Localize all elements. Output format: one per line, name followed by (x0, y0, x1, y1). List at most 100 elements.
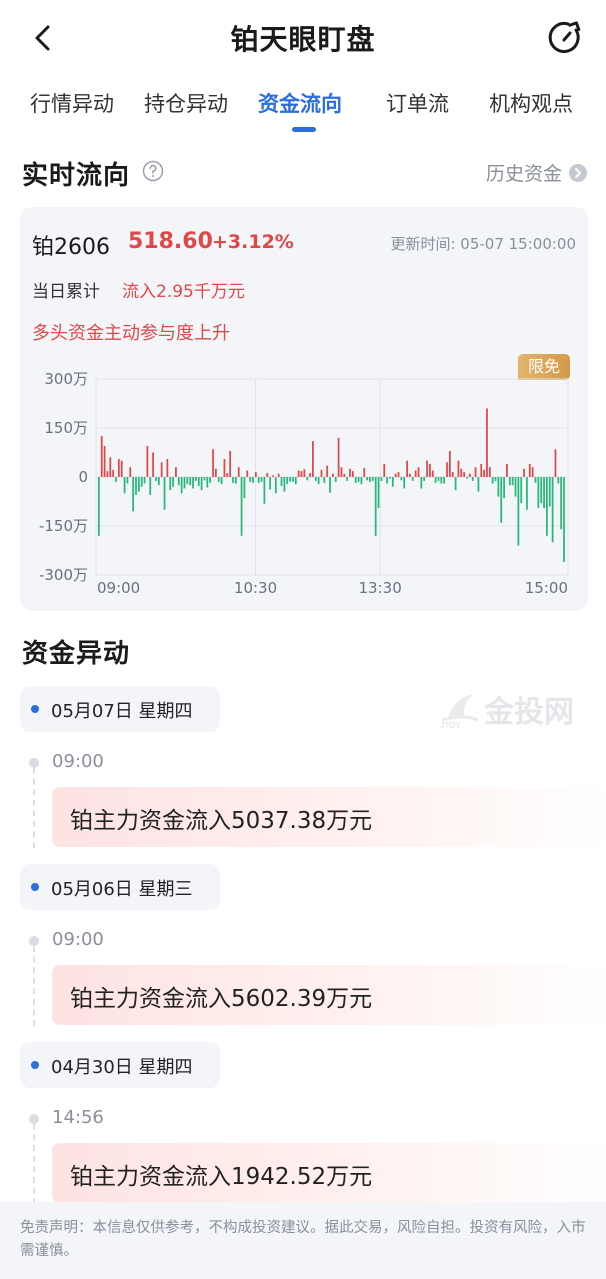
timeline-dot (29, 1114, 39, 1124)
tab-institution-views[interactable]: 机构观点 (489, 88, 573, 118)
watermark-text: 金投网 (483, 695, 574, 730)
flow-bar (140, 477, 143, 487)
fund-event-card[interactable]: 铂主力资金流入1942.52万元 (52, 1143, 606, 1203)
flow-bar (126, 477, 129, 484)
flow-bar (277, 473, 280, 477)
flow-bar (426, 460, 428, 477)
tab-fund-flow[interactable]: 资金流向 (258, 88, 342, 118)
fund-event-text: 铂主力资金流入5037.38万元 (70, 808, 373, 834)
x-tick-label: 13:30 (359, 579, 402, 597)
flow-bar (237, 467, 240, 477)
flow-bar (163, 477, 166, 510)
history-funds-link[interactable]: 历史资金 (486, 159, 588, 186)
flow-bar (246, 470, 249, 477)
flow-bar (443, 477, 446, 484)
flow-bar (209, 477, 212, 483)
flow-bar (488, 467, 491, 477)
flow-bar (431, 470, 434, 477)
flow-bar (240, 477, 243, 536)
flow-bar (200, 477, 203, 491)
flow-bar (520, 477, 523, 504)
timeline-date-chip: 04月30日 星期四 (20, 1042, 220, 1088)
flow-bar (546, 477, 548, 536)
flow-bar (257, 477, 260, 483)
change-percent: +3.12% (212, 231, 294, 253)
x-tick-label: 15:00 (525, 579, 568, 597)
event-time: 09:00 (52, 751, 104, 772)
flow-bar (289, 477, 291, 482)
flow-description: 多头资金主动参与度上升 (32, 323, 230, 344)
flow-bar (217, 477, 220, 482)
flow-bar (249, 477, 252, 482)
flow-bar (537, 477, 540, 509)
flow-bar (166, 459, 169, 477)
flow-bar (563, 477, 565, 562)
timeline-date: 04月30日 星期四 (51, 1057, 193, 1078)
flow-bar (403, 477, 406, 489)
flow-bar (266, 473, 269, 477)
flow-bar (508, 477, 511, 486)
flow-bar (143, 477, 146, 484)
flow-bar (340, 467, 343, 477)
flow-bar (129, 467, 132, 477)
flow-bar (326, 465, 329, 477)
flow-bar (383, 463, 386, 477)
page-title: 铂天眼盯盘 (230, 23, 376, 56)
flow-bar (137, 477, 140, 492)
flow-bar (149, 477, 152, 495)
flow-bar (369, 477, 371, 482)
flow-bar (254, 472, 257, 477)
flow-bar (377, 477, 380, 509)
flow-bar (514, 477, 517, 497)
x-tick-label: 10:30 (234, 579, 277, 597)
flow-bar (543, 477, 545, 509)
app-header: 铂天眼盯盘 (0, 0, 606, 76)
timeline-connector (33, 1124, 35, 1204)
tab-order-flow[interactable]: 订单流 (386, 88, 449, 118)
fund-event-card[interactable]: 铂主力资金流入5602.39万元 (52, 965, 606, 1025)
flow-bar (123, 477, 126, 494)
flow-bar (463, 472, 466, 477)
flow-bar (109, 457, 112, 477)
flow-bar (252, 477, 254, 483)
flow-bar (215, 468, 217, 477)
flow-bar (120, 460, 123, 477)
y-tick-label: -300万 (39, 566, 88, 584)
flow-bar (260, 477, 263, 482)
flow-bar (446, 462, 448, 477)
flow-bar (554, 449, 557, 477)
flow-bar (449, 450, 451, 477)
flow-bar (526, 477, 528, 510)
flow-bar (389, 477, 391, 479)
tab-market-moves[interactable]: 行情异动 (30, 88, 114, 118)
flow-bar (460, 468, 463, 477)
watermark-small-text: JTOY (440, 721, 461, 730)
disclaimer: 免责声明：本信息仅供参考，不构成投资建议。据此交易，风险自担。投资有风险，入市需… (0, 1202, 606, 1279)
flow-bar (180, 477, 183, 494)
flow-bar (117, 459, 120, 477)
flow-bar (551, 477, 554, 543)
flow-bar (274, 477, 277, 494)
flow-bar (152, 452, 154, 477)
refresh-icon[interactable] (544, 18, 584, 58)
fund-event-card[interactable]: 铂主力资金流入5037.38万元 (52, 787, 606, 847)
flow-bar (351, 471, 354, 477)
timeline-date: 05月07日 星期四 (51, 701, 193, 722)
flow-bar (103, 445, 106, 477)
flow-bar (523, 468, 525, 477)
flow-bar (157, 477, 160, 486)
flow-bar (480, 463, 483, 477)
timeline-date: 05月06日 星期三 (51, 879, 193, 900)
flow-bar (380, 477, 383, 481)
event-time: 14:56 (52, 1107, 104, 1128)
flow-bar (506, 463, 508, 477)
flow-bar (155, 477, 157, 481)
flow-bar (135, 477, 137, 495)
fund-event-text: 铂主力资金流入1942.52万元 (70, 1164, 373, 1190)
tab-position-moves[interactable]: 持仓异动 (144, 88, 228, 118)
flow-bar (175, 467, 177, 477)
flow-bar (503, 477, 505, 499)
flow-bar (292, 477, 294, 482)
flow-bar (229, 450, 232, 477)
question-circle-icon[interactable] (142, 160, 164, 182)
